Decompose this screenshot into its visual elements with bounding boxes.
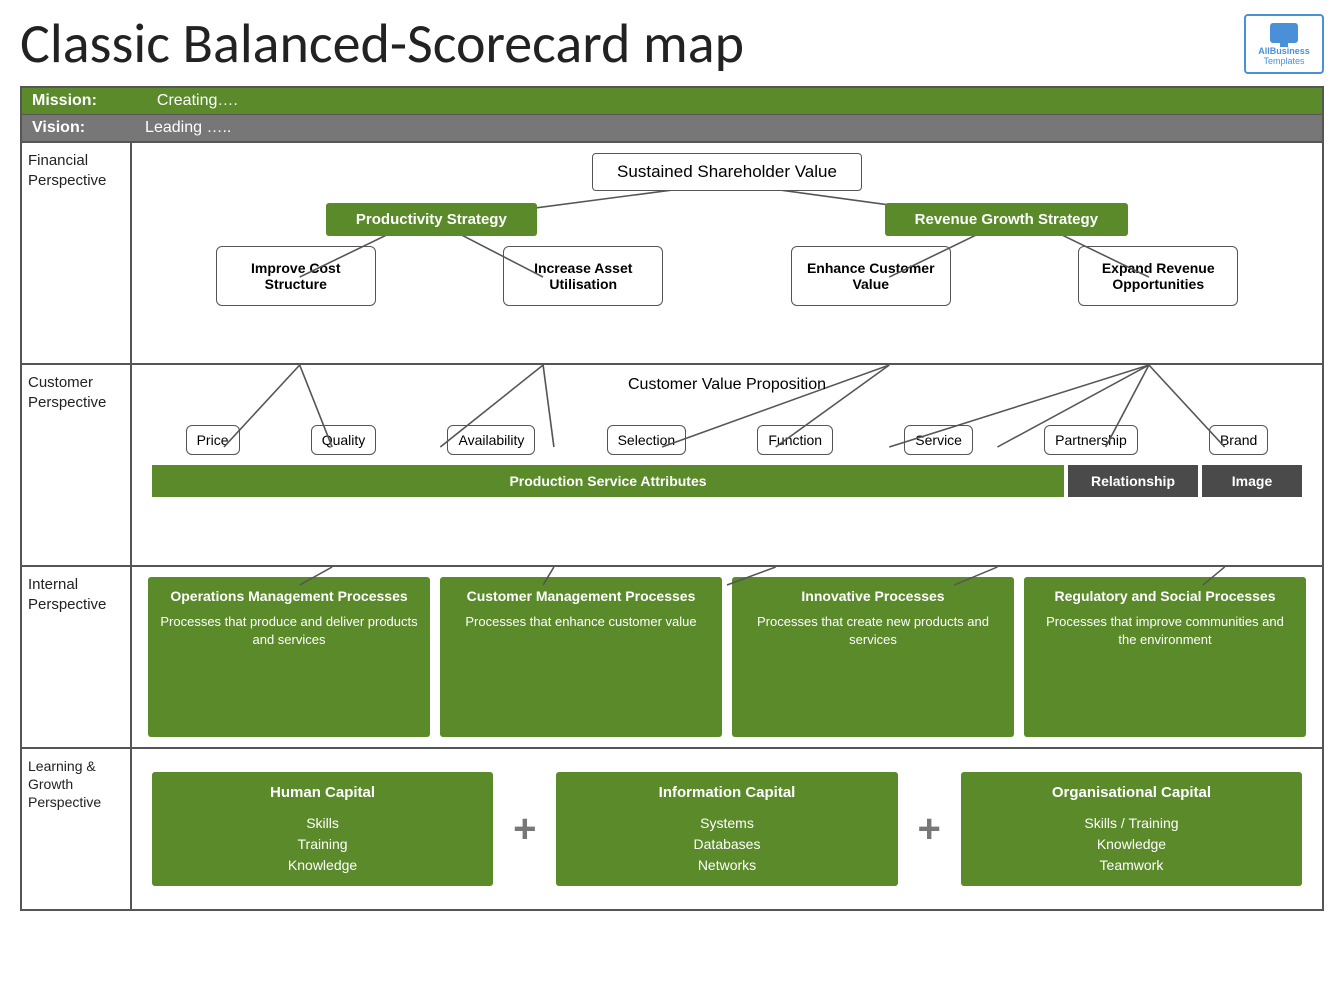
info-capital-title: Information Capital	[659, 782, 796, 805]
cvp-label: Customer Value Proposition	[628, 375, 826, 396]
production-service-attr: Production Service Attributes	[152, 465, 1064, 497]
plus-sign-1: +	[513, 807, 536, 852]
human-capital-item0: Skills	[306, 813, 339, 834]
scorecard: Mission: Creating…. Vision: Leading ….. …	[20, 86, 1324, 911]
logo-icon	[1270, 23, 1298, 43]
internal-perspective-row: Internal Perspective Operations Manageme…	[22, 567, 1322, 749]
learning-content: Human Capital Skills Training Knowledge …	[132, 749, 1322, 909]
cust-mgmt-desc: Processes that enhance customer value	[465, 613, 696, 631]
brand-box: Brand	[1209, 425, 1268, 455]
org-capital-item1: Knowledge	[1097, 834, 1166, 855]
quality-box: Quality	[311, 425, 377, 455]
logo-box: AllBusiness Templates	[1244, 14, 1324, 74]
availability-box: Availability	[447, 425, 535, 455]
revenue-strategy: Revenue Growth Strategy	[885, 203, 1128, 236]
financial-perspective-row: Financial Perspective	[22, 143, 1322, 365]
enhance-customer-box: Enhance Customer Value	[791, 246, 951, 306]
info-capital-box: Information Capital Systems Databases Ne…	[556, 772, 897, 886]
human-capital-title: Human Capital	[270, 782, 375, 805]
relationship-attr: Relationship	[1068, 465, 1198, 497]
vision-label: Vision:	[32, 119, 85, 137]
image-attr: Image	[1202, 465, 1302, 497]
org-capital-item0: Skills / Training	[1084, 813, 1178, 834]
human-capital-item1: Training	[298, 834, 348, 855]
price-box: Price	[186, 425, 240, 455]
customer-perspective-row: Customer Perspective	[22, 365, 1322, 567]
title-row: Classic Balanced-Scorecard map AllBusine…	[20, 10, 1324, 78]
regulatory-title: Regulatory and Social Processes	[1055, 587, 1276, 607]
attributes-row: Production Service Attributes Relationsh…	[152, 465, 1302, 497]
improve-cost-box: Improve Cost Structure	[216, 246, 376, 306]
function-box: Function	[757, 425, 833, 455]
human-capital-box: Human Capital Skills Training Knowledge	[152, 772, 493, 886]
customer-content: Customer Value Proposition Price Quality…	[132, 365, 1322, 565]
ops-mgmt-title: Operations Management Processes	[170, 587, 407, 607]
innovative-box: Innovative Processes Processes that crea…	[732, 577, 1014, 737]
regulatory-box: Regulatory and Social Processes Processe…	[1024, 577, 1306, 737]
expand-revenue-box: Expand Revenue Opportunities	[1078, 246, 1238, 306]
org-capital-item2: Teamwork	[1100, 855, 1164, 876]
learning-label: Learning & Growth Perspective	[22, 749, 132, 909]
service-box: Service	[904, 425, 973, 455]
internal-label: Internal Perspective	[22, 567, 132, 747]
internal-content: Operations Management Processes Processe…	[132, 567, 1322, 747]
partnership-box: Partnership	[1044, 425, 1138, 455]
mission-label: Mission:	[32, 92, 97, 110]
ops-mgmt-desc: Processes that produce and deliver produ…	[160, 613, 418, 649]
ssv-box: Sustained Shareholder Value	[592, 153, 862, 191]
regulatory-desc: Processes that improve communities and t…	[1036, 613, 1294, 649]
ops-mgmt-box: Operations Management Processes Processe…	[148, 577, 430, 737]
fin-boxes-row: Improve Cost Structure Increase Asset Ut…	[152, 246, 1302, 306]
mission-value: Creating….	[157, 92, 238, 110]
cust-mgmt-box: Customer Management Processes Processes …	[440, 577, 722, 737]
plus-sign-2: +	[918, 807, 941, 852]
productivity-strategy: Productivity Strategy	[326, 203, 537, 236]
mission-row: Mission: Creating….	[22, 88, 1322, 115]
increase-asset-box: Increase Asset Utilisation	[503, 246, 663, 306]
info-capital-item0: Systems	[700, 813, 754, 834]
fin-strategies-row: Productivity Strategy Revenue Growth Str…	[152, 203, 1302, 236]
logo-line2: Templates	[1263, 56, 1304, 66]
org-capital-box: Organisational Capital Skills / Training…	[961, 772, 1302, 886]
financial-content: Sustained Shareholder Value Productivity…	[132, 143, 1322, 363]
innovative-title: Innovative Processes	[801, 587, 944, 607]
logo-line1: AllBusiness	[1258, 46, 1310, 56]
customer-boxes-row: Price Quality Availability Selection Fun…	[152, 425, 1302, 455]
main-title: Classic Balanced-Scorecard map	[20, 10, 744, 78]
selection-box: Selection	[607, 425, 687, 455]
learning-perspective-row: Learning & Growth Perspective Human Capi…	[22, 749, 1322, 909]
vision-row: Vision: Leading …..	[22, 115, 1322, 143]
innovative-desc: Processes that create new products and s…	[744, 613, 1002, 649]
cust-mgmt-title: Customer Management Processes	[467, 587, 696, 607]
info-capital-item2: Networks	[698, 855, 756, 876]
org-capital-title: Organisational Capital	[1052, 782, 1211, 805]
info-capital-item1: Databases	[694, 834, 761, 855]
financial-label: Financial Perspective	[22, 143, 132, 363]
page: Classic Balanced-Scorecard map AllBusine…	[0, 0, 1344, 1008]
human-capital-item2: Knowledge	[288, 855, 357, 876]
customer-label: Customer Perspective	[22, 365, 132, 565]
vision-value: Leading …..	[145, 119, 231, 137]
